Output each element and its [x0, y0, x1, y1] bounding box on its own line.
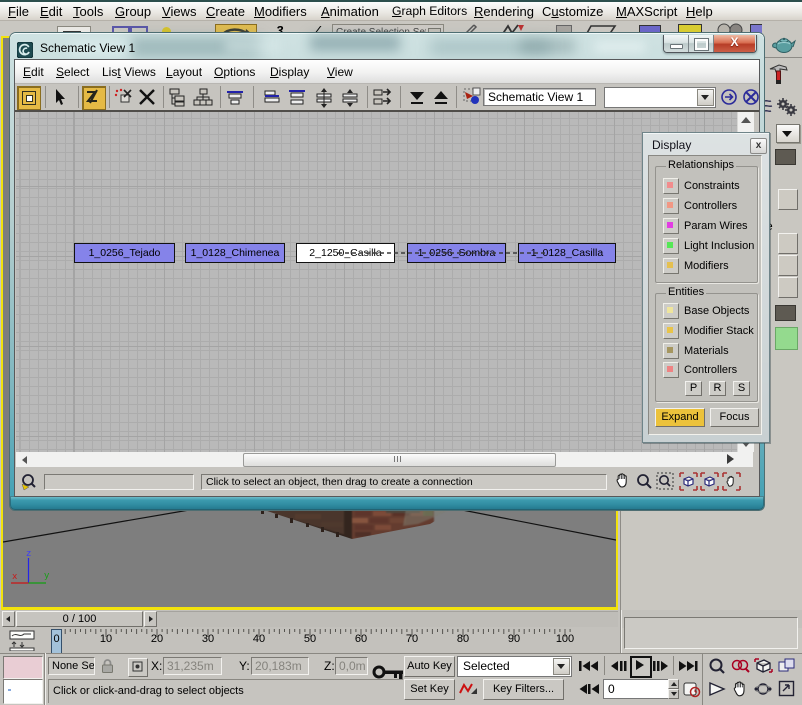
svg-text:z: z: [26, 549, 31, 559]
svg-text:y: y: [44, 571, 50, 581]
svg-text:x: x: [12, 572, 17, 582]
